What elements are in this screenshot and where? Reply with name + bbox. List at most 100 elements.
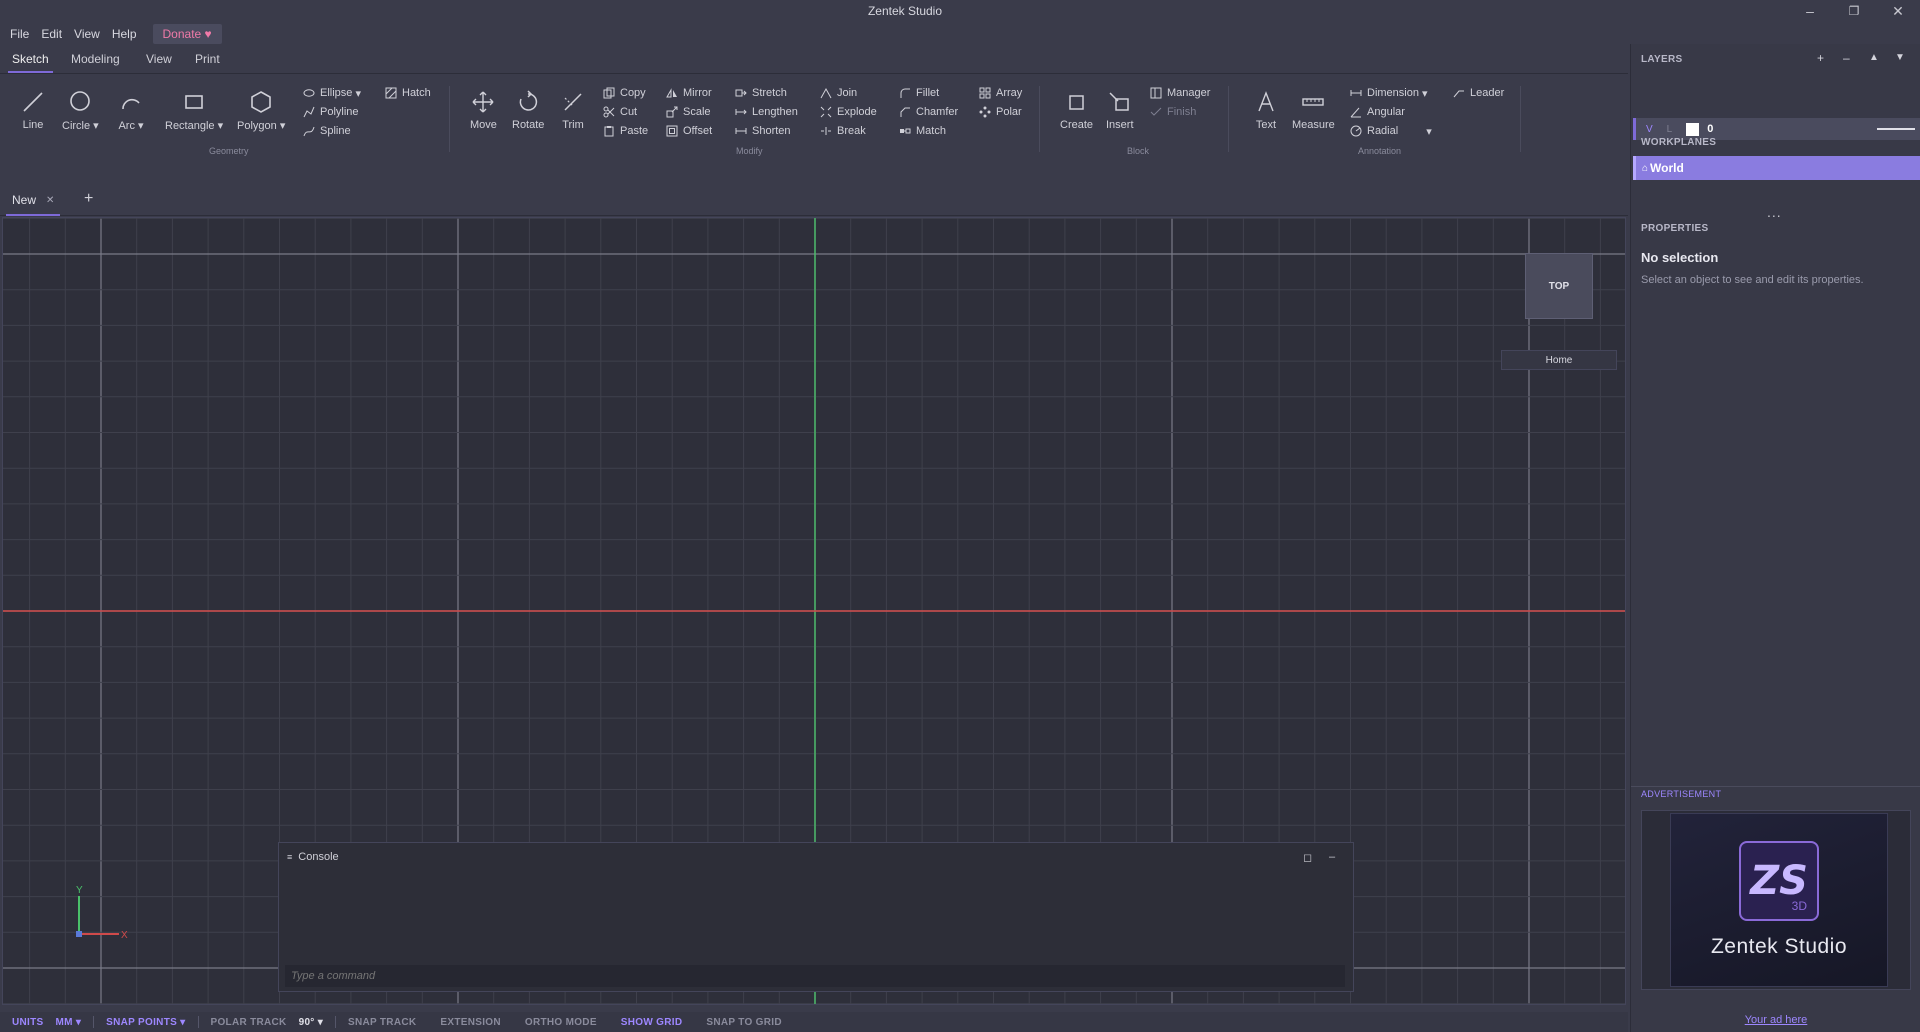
move-button[interactable]: Move	[470, 89, 497, 131]
leader-button[interactable]: Leader	[1453, 85, 1504, 101]
offset-button[interactable]: Offset	[666, 123, 712, 139]
menu-view[interactable]: View	[68, 27, 106, 41]
mirror-button[interactable]: Mirror	[666, 85, 712, 101]
measure-button[interactable]: Measure	[1292, 89, 1335, 131]
donate-button[interactable]: Donate ♥	[152, 24, 222, 44]
ellipse-button[interactable]: Ellipse ▾	[303, 85, 361, 101]
logo-subtext: 3D	[1791, 899, 1807, 913]
angular-button[interactable]: Angular	[1350, 104, 1405, 120]
break-icon	[821, 127, 831, 135]
console-header: ≡ Console	[287, 851, 339, 863]
tab-print[interactable]: Print	[191, 52, 224, 66]
layers-more-button[interactable]: ...	[1767, 122, 1782, 180]
circle-icon	[70, 91, 91, 111]
menu-icon[interactable]: ≡	[287, 852, 292, 862]
text-button[interactable]: Text	[1253, 89, 1279, 131]
layer-linetype[interactable]	[1877, 128, 1915, 130]
group-label-block: Block	[1127, 146, 1150, 156]
snap-track-toggle[interactable]: SNAP TRACK	[336, 1017, 428, 1028]
polar-angle-select[interactable]: 90° ▾	[299, 1017, 335, 1028]
minimize-console-icon[interactable]: –	[1329, 851, 1335, 863]
lengthen-button[interactable]: Lengthen	[735, 104, 798, 120]
layer-visible-toggle[interactable]: V	[1646, 124, 1653, 135]
layer-color-swatch[interactable]	[1686, 122, 1700, 136]
z-axis-marker	[76, 931, 82, 937]
line-button[interactable]: Line	[20, 89, 46, 131]
chamfer-button[interactable]: Chamfer	[899, 104, 958, 120]
array-button[interactable]: Array	[979, 85, 1022, 101]
add-layer-button[interactable]: +	[1817, 51, 1824, 65]
title-bar: Zentek Studio – ❐ ✕	[0, 0, 1920, 22]
dimension-button[interactable]: Dimension ▾	[1350, 85, 1428, 101]
paste-button[interactable]: Paste	[603, 123, 648, 139]
view-cube[interactable]: TOP	[1525, 253, 1593, 319]
close-window-button[interactable]: ✕	[1876, 0, 1920, 22]
restore-button[interactable]: ❐	[1832, 0, 1876, 22]
insert-block-button[interactable]: Insert	[1106, 89, 1134, 131]
break-button[interactable]: Break	[820, 123, 866, 139]
shorten-button[interactable]: Shorten	[735, 123, 791, 139]
copy-button[interactable]: Copy	[603, 85, 646, 101]
home-view-button[interactable]: Home	[1501, 350, 1617, 370]
fillet-icon	[900, 88, 910, 98]
explode-icon	[820, 106, 832, 118]
extension-toggle[interactable]: EXTENSION	[428, 1017, 513, 1028]
layer-lock-toggle[interactable]: L	[1667, 124, 1673, 135]
finish-block-button[interactable]: Finish	[1150, 104, 1196, 120]
workplane-item-world[interactable]: ⌂ World	[1633, 156, 1920, 180]
no-selection-hint: Select an object to see and edit its pro…	[1641, 274, 1864, 286]
document-tab-new[interactable]: New ✕	[6, 186, 61, 216]
close-tab-icon[interactable]: ✕	[46, 195, 54, 206]
move-layer-up-button[interactable]: ▲	[1869, 52, 1879, 63]
units-select[interactable]: MM ▾	[56, 1017, 94, 1028]
ortho-mode-toggle[interactable]: ORTHO MODE	[513, 1017, 609, 1028]
tab-view[interactable]: View	[142, 52, 176, 66]
scale-button[interactable]: Scale	[666, 104, 711, 120]
polygon-button[interactable]: Polygon ▾	[237, 89, 285, 132]
cut-button[interactable]: Cut	[603, 104, 637, 120]
tab-modeling[interactable]: Modeling	[67, 52, 124, 66]
explode-button[interactable]: Explode	[820, 104, 877, 120]
show-grid-toggle[interactable]: SHOW GRID	[609, 1017, 695, 1028]
remove-layer-button[interactable]: –	[1843, 51, 1850, 65]
maximize-console-icon[interactable]: ◻	[1303, 851, 1312, 864]
rotate-button[interactable]: Rotate	[512, 89, 544, 131]
menu-edit[interactable]: Edit	[35, 27, 68, 41]
trim-label: Trim	[562, 119, 584, 131]
menu-file[interactable]: File	[4, 27, 35, 41]
command-input[interactable]	[285, 965, 1345, 987]
create-block-button[interactable]: Create	[1060, 89, 1093, 131]
advertisement-box[interactable]: ZS 3D Zentek Studio	[1641, 810, 1911, 990]
minimize-button[interactable]: –	[1788, 0, 1832, 22]
trim-button[interactable]: Trim	[560, 89, 586, 131]
radial-button[interactable]: Radial ▾	[1350, 123, 1432, 139]
document-tab-label: New	[12, 193, 37, 207]
circle-button[interactable]: Circle ▾	[62, 89, 99, 132]
arc-icon	[122, 98, 140, 110]
trim-icon	[564, 93, 582, 111]
spline-button[interactable]: Spline	[303, 123, 351, 139]
rectangle-button[interactable]: Rectangle ▾	[165, 89, 223, 132]
polar-array-button[interactable]: Polar	[979, 104, 1022, 120]
add-tab-button[interactable]: +	[84, 190, 93, 208]
offset-icon	[666, 125, 678, 137]
polyline-button[interactable]: Polyline	[303, 104, 359, 120]
move-layer-down-button[interactable]: ▼	[1895, 52, 1905, 63]
advertisement-banner[interactable]: ZS 3D Zentek Studio	[1670, 813, 1888, 987]
hatch-button[interactable]: Hatch	[385, 85, 431, 101]
arc-button[interactable]: Arc ▾	[118, 89, 144, 132]
tab-sketch[interactable]: Sketch	[8, 52, 53, 73]
block-manager-button[interactable]: Manager	[1150, 85, 1210, 101]
menu-help[interactable]: Help	[106, 27, 143, 41]
mirror-icon	[666, 88, 677, 98]
your-ad-here-link[interactable]: Your ad here	[1631, 1014, 1920, 1026]
snap-to-grid-toggle[interactable]: SNAP TO GRID	[694, 1017, 793, 1028]
stretch-button[interactable]: Stretch	[735, 85, 787, 101]
chevron-down-icon[interactable]: ▾	[1426, 125, 1432, 138]
fillet-button[interactable]: Fillet	[899, 85, 939, 101]
join-button[interactable]: Join	[820, 85, 857, 101]
workplanes-more-button[interactable]: ...	[1767, 204, 1782, 220]
polar-track-toggle[interactable]: POLAR TRACK	[199, 1017, 299, 1028]
match-button[interactable]: Match	[899, 123, 946, 139]
snap-points-toggle[interactable]: SNAP POINTS ▾	[94, 1017, 197, 1028]
